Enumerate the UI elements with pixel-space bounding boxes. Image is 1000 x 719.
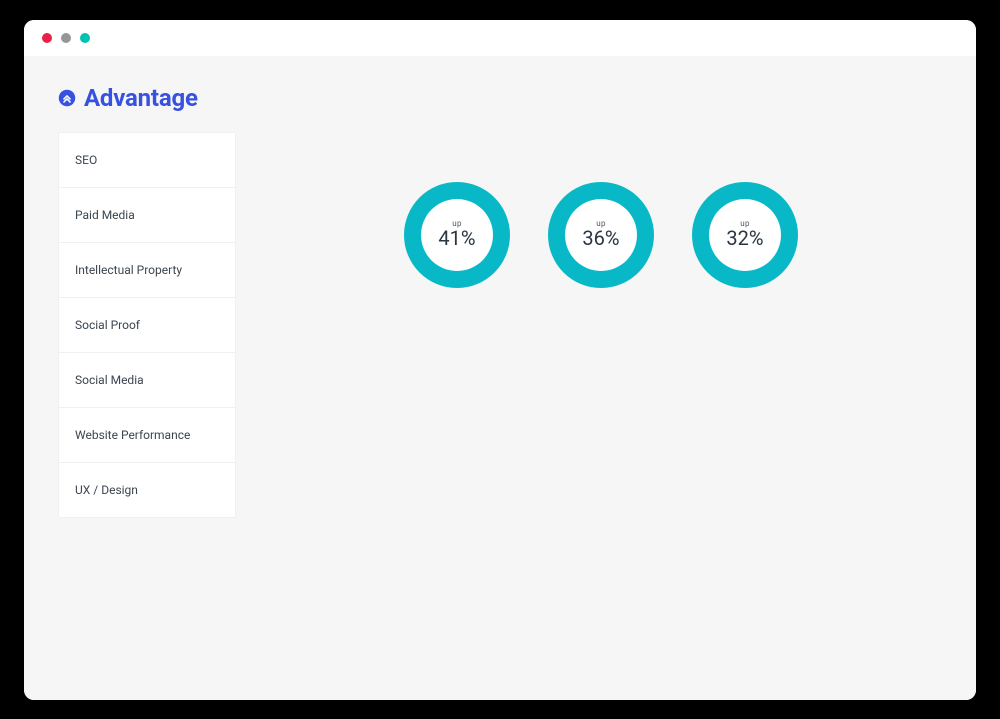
donut-inner: up 32% [709,199,781,271]
sidebar-item-label: Social Proof [75,318,140,332]
sidebar-item-label: UX / Design [75,483,138,497]
chevrons-up-icon [58,89,76,107]
app-content: Advantage SEO Paid Media Intellectual Pr… [24,56,976,700]
metric-value: 36% [582,226,619,250]
minimize-window-button[interactable] [61,33,71,43]
close-window-button[interactable] [42,33,52,43]
main-panel: up 41% up 36% up 32% [260,132,942,288]
sidebar: SEO Paid Media Intellectual Property Soc… [58,132,236,518]
app-window: Advantage SEO Paid Media Intellectual Pr… [24,20,976,700]
donut-inner: up 41% [421,199,493,271]
metric-value: 41% [438,226,475,250]
sidebar-item-seo[interactable]: SEO [59,133,235,188]
sidebar-item-label: Social Media [75,373,144,387]
sidebar-item-label: SEO [75,153,97,167]
window-titlebar [24,20,976,56]
sidebar-item-website-performance[interactable]: Website Performance [59,408,235,463]
sidebar-item-label: Intellectual Property [75,263,182,277]
sidebar-item-intellectual-property[interactable]: Intellectual Property [59,243,235,298]
sidebar-item-paid-media[interactable]: Paid Media [59,188,235,243]
expand-window-button[interactable] [80,33,90,43]
metric-donut-2: up 36% [548,182,654,288]
page-title: Advantage [84,84,198,112]
page-title-row: Advantage [58,84,942,112]
metric-donut-1: up 41% [404,182,510,288]
metric-value: 32% [726,226,763,250]
sidebar-item-label: Paid Media [75,208,135,222]
donut-inner: up 36% [565,199,637,271]
layout-row: SEO Paid Media Intellectual Property Soc… [58,132,942,518]
donut-row: up 41% up 36% up 32% [404,182,798,288]
metric-donut-3: up 32% [692,182,798,288]
sidebar-item-ux-design[interactable]: UX / Design [59,463,235,517]
sidebar-item-social-media[interactable]: Social Media [59,353,235,408]
sidebar-item-label: Website Performance [75,428,190,442]
sidebar-item-social-proof[interactable]: Social Proof [59,298,235,353]
